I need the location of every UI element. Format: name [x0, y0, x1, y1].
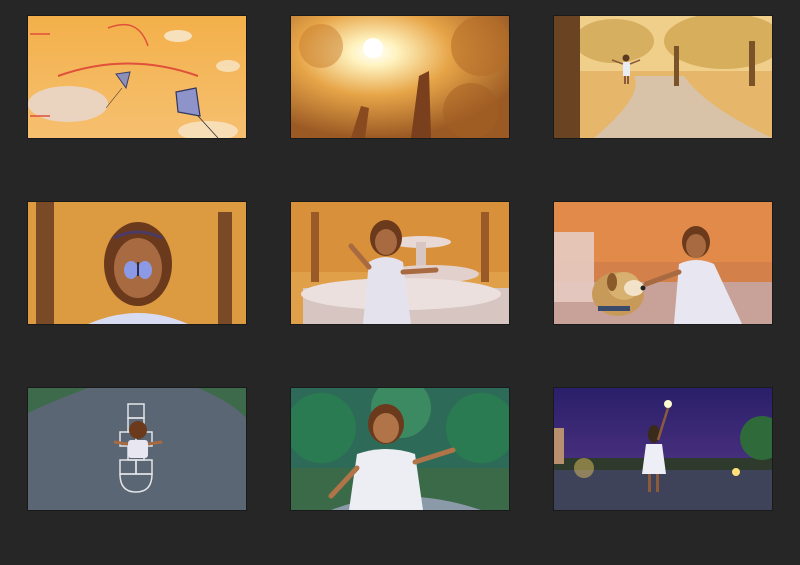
park-path-illustration	[554, 16, 772, 138]
butterfly-illustration	[28, 202, 246, 324]
storyboard-panel-dog	[554, 202, 772, 324]
girl-face	[375, 229, 397, 255]
girl-dress	[642, 444, 666, 474]
sunlight-illustration	[291, 16, 509, 138]
storyboard-panel-fountain	[291, 202, 509, 324]
large-kite	[175, 87, 201, 117]
girl	[129, 421, 147, 439]
tree-trunk	[36, 202, 54, 324]
butterfly	[124, 261, 138, 279]
storyboard-panel-green-park	[291, 388, 509, 510]
storyboard-panel-kites	[28, 16, 246, 138]
fountain-illustration	[291, 202, 509, 324]
storyboard-panel-park-path	[554, 16, 772, 138]
firefly	[664, 400, 672, 408]
storyboard-panel-night	[554, 388, 772, 510]
storyboard-panel-hopscotch	[28, 388, 246, 510]
girl-face	[686, 234, 706, 258]
kites-illustration	[28, 16, 246, 138]
storyboard-panel-sunlight	[291, 16, 509, 138]
girl	[622, 54, 630, 62]
girl-dress	[349, 449, 423, 510]
dog-illustration	[554, 202, 772, 324]
hopscotch-illustration	[28, 388, 246, 510]
girl-face	[373, 413, 399, 443]
tree-trunk	[554, 16, 580, 138]
night-illustration	[554, 388, 772, 510]
storyboard-panel-butterfly	[28, 202, 246, 324]
green-park-illustration	[291, 388, 509, 510]
sun	[363, 38, 383, 58]
lamp-light	[732, 468, 740, 476]
fountain	[554, 232, 594, 302]
